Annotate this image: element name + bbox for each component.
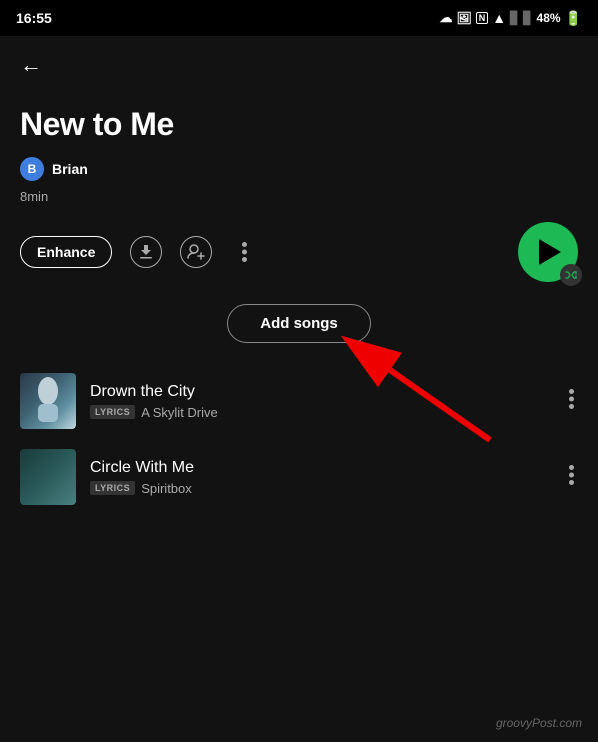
battery-text: 48% [537,11,561,25]
owner-initial: B [28,162,37,176]
owner-name[interactable]: Brian [52,161,88,177]
song-info-1: Drown the City LYRICS A Skylit Drive [90,383,551,420]
back-arrow-icon: ← [20,52,42,77]
add-songs-container: Add songs [0,304,598,343]
artist-row: B Brian [20,157,578,181]
playlist-duration: 8min [20,189,578,204]
cloud-icon: ☁ [439,10,452,26]
shuffle-badge [560,264,582,286]
more-dots-icon [242,242,247,262]
signal-icon: ▊ [510,11,519,25]
battery-icon: 🔋 [565,10,582,27]
signal-icon2: ▊ [523,11,532,25]
song-more-2[interactable] [565,461,578,494]
song-title-2: Circle With Me [90,459,551,477]
watermark: groovyPost.com [496,716,582,730]
lyrics-badge-2: LYRICS [90,481,135,495]
art-figure [28,376,68,426]
add-songs-button[interactable]: Add songs [227,304,371,343]
wifi-icon: ▲ [492,10,506,26]
song-art-2 [20,449,76,505]
song-art-1 [20,373,76,429]
more-options-button[interactable] [230,238,258,266]
download-button[interactable] [130,236,162,268]
song-title-1: Drown the City [90,383,551,401]
add-user-icon [187,243,205,261]
shuffle-icon [565,269,577,281]
song-artist-1: A Skylit Drive [141,405,218,420]
add-user-button[interactable] [180,236,212,268]
song-more-1[interactable] [565,385,578,418]
status-time: 16:55 [16,10,52,26]
playlist-title: New to Me [20,106,578,143]
song-meta-2: LYRICS Spiritbox [90,481,551,496]
download-icon [138,244,154,260]
enhance-button[interactable]: Enhance [20,236,112,268]
list-item: Circle With Me LYRICS Spiritbox [0,439,598,515]
song-more-icon-2 [569,465,574,485]
nfc-icon: N [476,12,489,24]
song-info-2: Circle With Me LYRICS Spiritbox [90,459,551,496]
status-icons: ☁ 🖼 N ▲ ▊ ▊ 48% 🔋 [439,10,582,27]
back-button[interactable]: ← [20,52,42,78]
song-art-circle-with-me [20,449,76,505]
play-icon [539,239,561,265]
image-icon: 🖼 [456,11,471,25]
song-more-icon-1 [569,389,574,409]
song-list: Drown the City LYRICS A Skylit Drive Cir… [0,363,598,515]
song-meta-1: LYRICS A Skylit Drive [90,405,551,420]
lyrics-badge-1: LYRICS [90,405,135,419]
main-content: ← New to Me B Brian 8min Enhance [0,36,598,282]
owner-avatar: B [20,157,44,181]
song-art-drown-city [20,373,76,429]
controls-row: Enhance [20,222,578,282]
play-button-wrapper [518,222,578,282]
status-bar: 16:55 ☁ 🖼 N ▲ ▊ ▊ 48% 🔋 [0,0,598,36]
list-item: Drown the City LYRICS A Skylit Drive [0,363,598,439]
song-artist-2: Spiritbox [141,481,192,496]
